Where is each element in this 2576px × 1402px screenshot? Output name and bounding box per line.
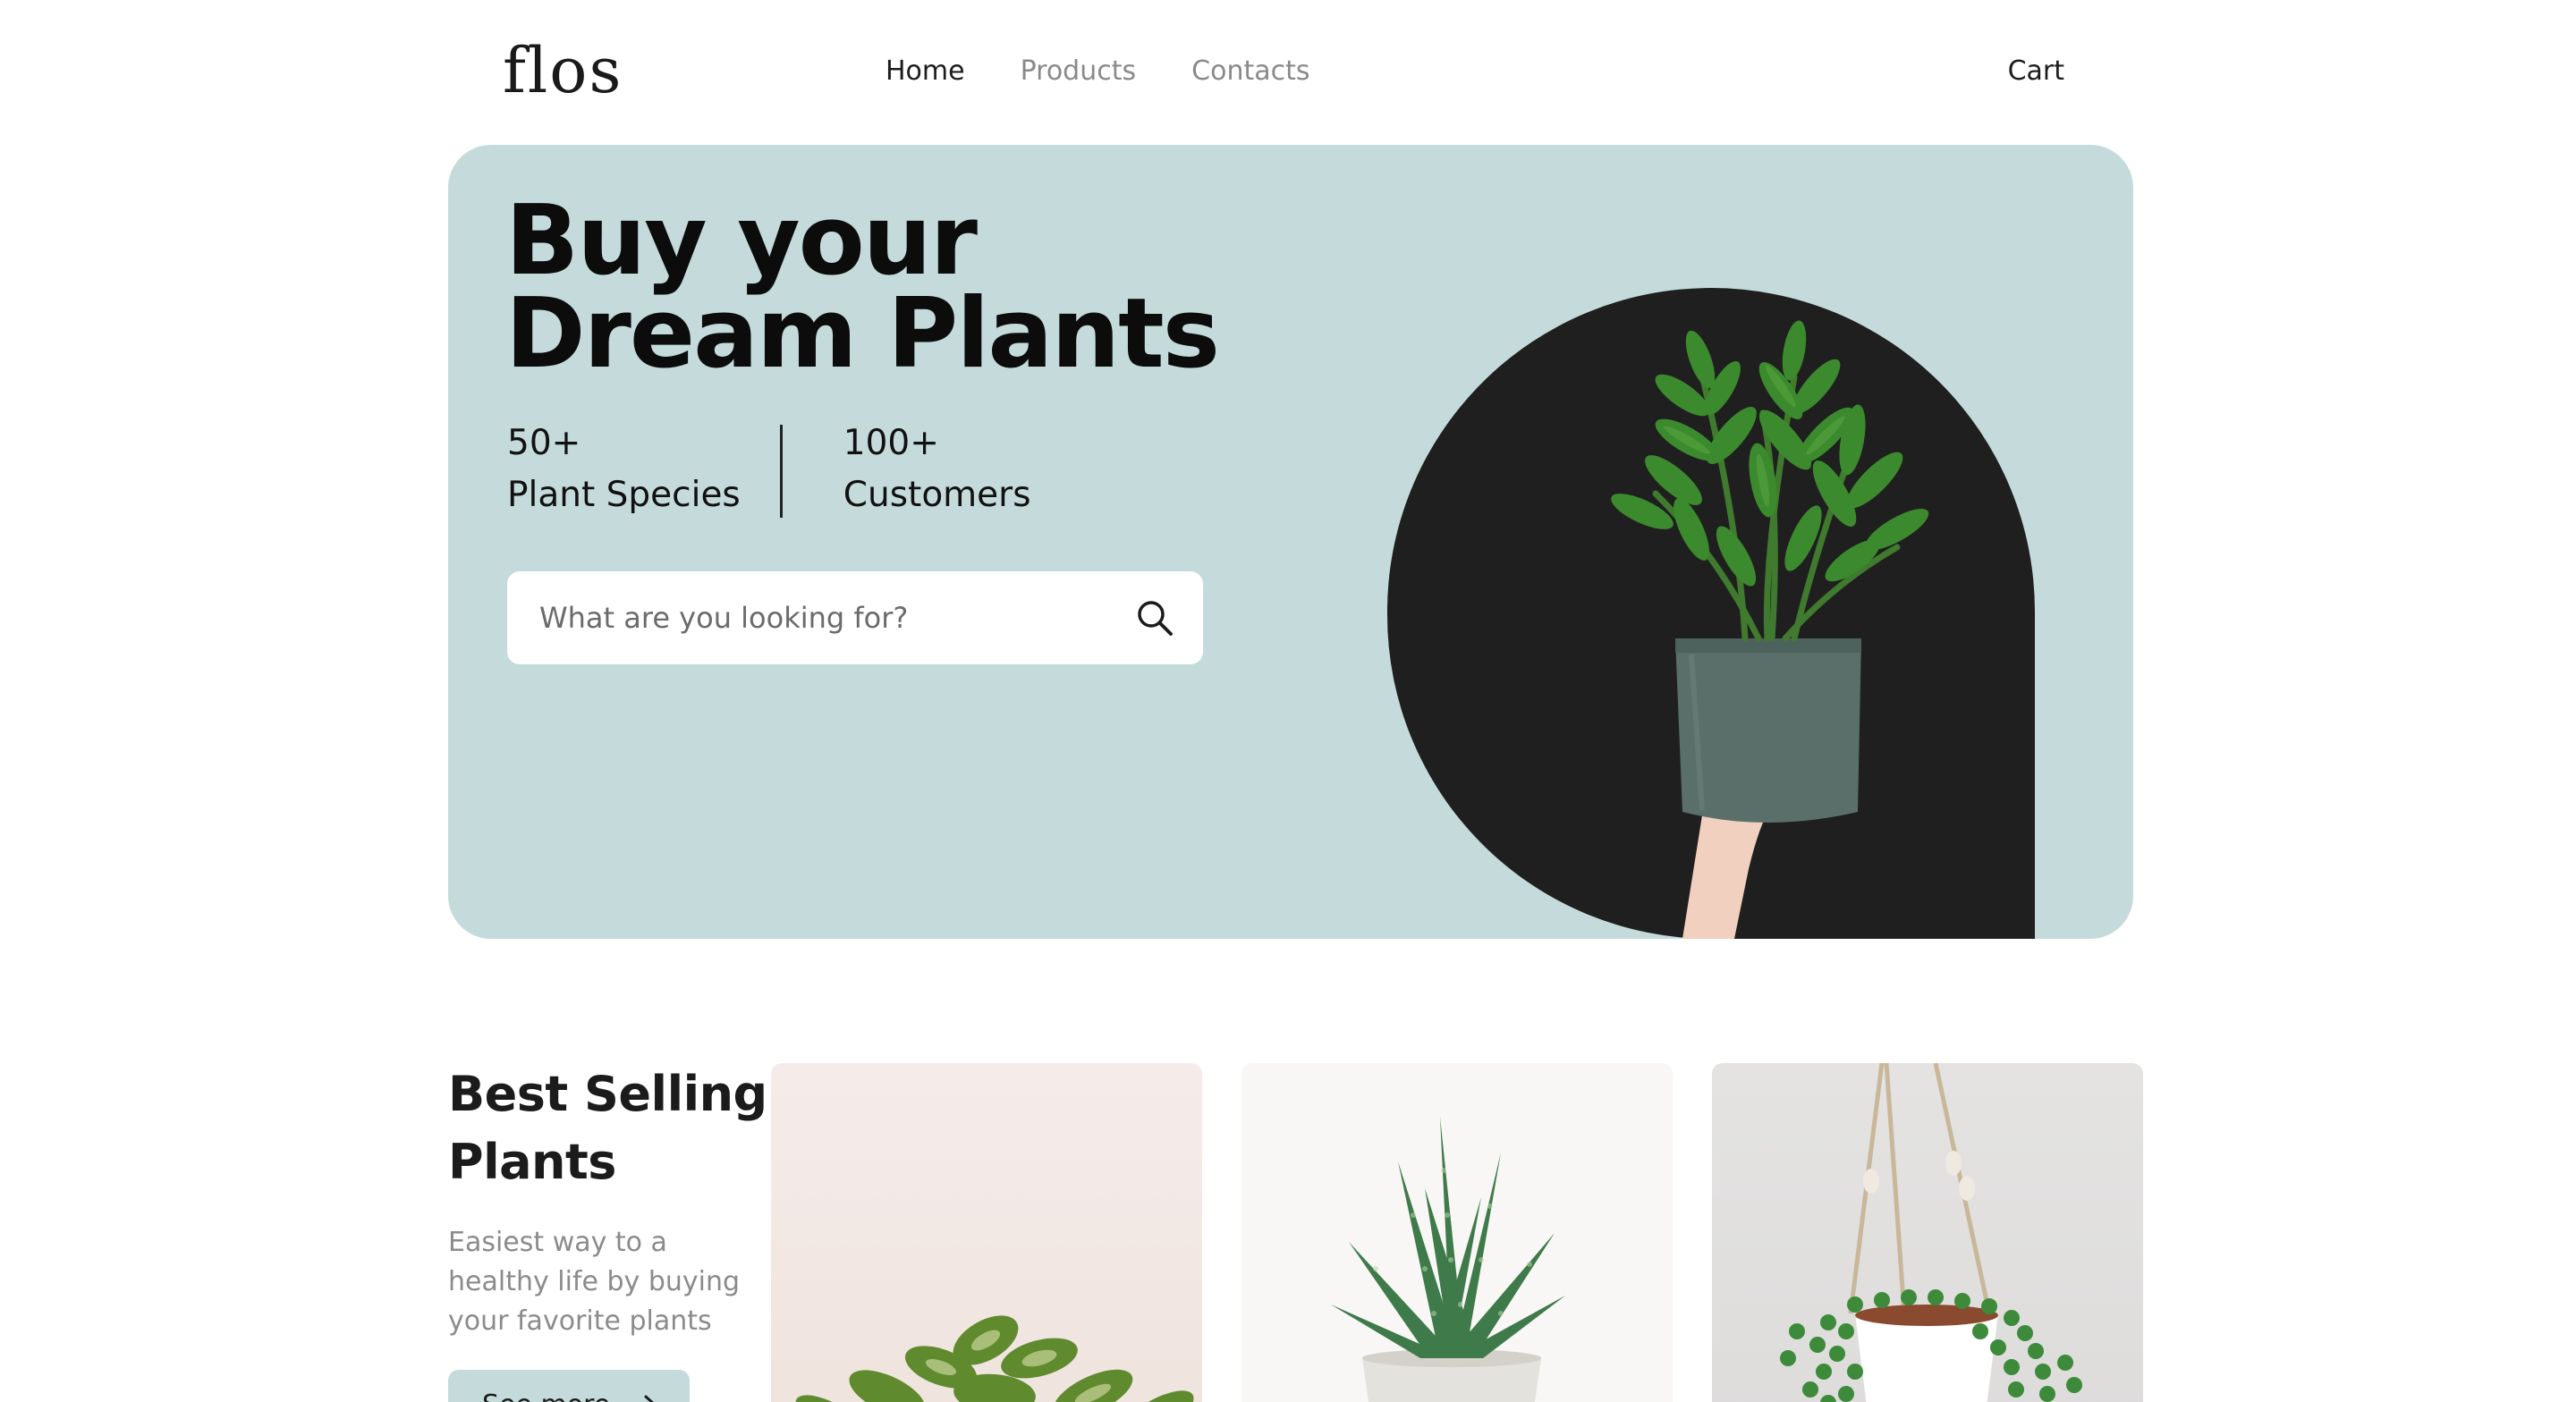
- stat-value: 50+: [507, 423, 581, 463]
- stat-customers: 100+ Customers: [843, 418, 1031, 521]
- hero-stats: 50+ Plant Species 100+ Customers: [507, 418, 1031, 521]
- aloe-succulent-plant-image: [1331, 1117, 1565, 1402]
- brand-logo[interactable]: flos: [503, 34, 623, 107]
- search-input[interactable]: [539, 601, 1135, 635]
- hero-plant-illustration: [1387, 288, 2035, 939]
- nav-products[interactable]: Products: [1021, 55, 1137, 87]
- stat-label: Plant Species: [507, 475, 741, 515]
- hero-title: Buy your Dream Plants: [505, 185, 1220, 390]
- stat-label: Customers: [843, 475, 1031, 515]
- cart-link[interactable]: Cart: [2008, 55, 2064, 87]
- hero-banner: Buy your Dream Plants 50+ Plant Species …: [448, 145, 2133, 939]
- best-selling-title: Best Selling Plants: [448, 1060, 767, 1196]
- arrow-right-icon: [644, 1395, 655, 1402]
- product-card[interactable]: [1712, 1063, 2143, 1402]
- best-selling-title-line-2: Plants: [448, 1134, 616, 1190]
- search-bar: [507, 571, 1203, 664]
- nav-contacts[interactable]: Contacts: [1191, 55, 1309, 87]
- stat-divider: [779, 425, 783, 518]
- hero-title-line-2: Dream Plants: [505, 278, 1220, 390]
- string-of-pearls-hanging-plant-image: [1780, 1063, 2082, 1402]
- search-button[interactable]: [1135, 598, 1174, 638]
- pothos-plant-image: [795, 1315, 1194, 1402]
- product-card[interactable]: [771, 1063, 1202, 1402]
- search-icon: [1138, 601, 1173, 636]
- see-more-label: See more: [482, 1389, 610, 1402]
- stat-value: 100+: [843, 423, 939, 463]
- best-selling-title-line-1: Best Selling: [448, 1066, 767, 1122]
- hero-title-line-1: Buy your: [505, 185, 978, 297]
- main-nav: Home Products Contacts: [886, 55, 1310, 87]
- nav-home[interactable]: Home: [886, 55, 965, 87]
- see-more-button[interactable]: See more: [448, 1370, 690, 1402]
- hero-plant-image: [1387, 288, 2035, 939]
- product-card[interactable]: [1241, 1063, 1673, 1402]
- stat-plant-species: 50+ Plant Species: [507, 418, 741, 521]
- best-selling-description: Easiest way to a healthy life by buying …: [448, 1227, 741, 1337]
